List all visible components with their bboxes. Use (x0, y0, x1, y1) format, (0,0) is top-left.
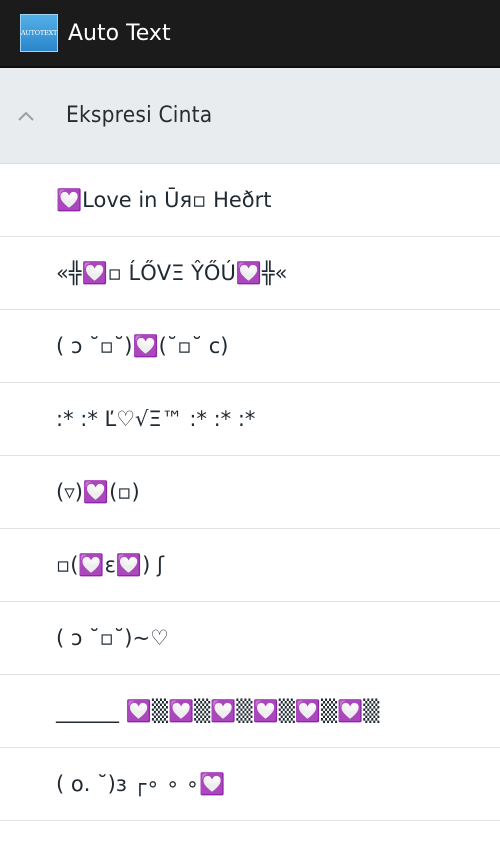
list-item-text: 💟Love in Ūя▫ Heðrt (56, 187, 272, 212)
app-screen: AUTOTEXT Auto Text Ekspresi Cinta 💟Love … (0, 0, 500, 857)
list-item[interactable]: ( ɔ ˘▫˘)💟(˘▫˘ c) (0, 310, 500, 383)
app-title: Auto Text (68, 20, 171, 46)
group-title: Ekspresi Cinta (66, 103, 213, 128)
list-item-text: :* :* Ľ♡√Ξ™ :* :* :* (56, 407, 256, 431)
list-item[interactable]: (▿)💟(▫) (0, 456, 500, 529)
list-item-text: ( ο. ˘)з ┌∘ ∘ ∘💟 (56, 771, 226, 796)
list-item[interactable]: ______ 💟▒💟▒💟▒💟▒💟▒💟▒ (0, 675, 500, 748)
chevron-up-icon (0, 68, 52, 164)
list-item[interactable]: 💟Love in Ūя▫ Heðrt (0, 164, 500, 237)
list-item-text: ( ɔ ˘▫˘)~♡ (56, 626, 169, 650)
list-item[interactable]: ( ɔ ˘▫˘)~♡ (0, 602, 500, 675)
group-header[interactable]: Ekspresi Cinta (0, 68, 500, 164)
list-item[interactable]: :* :* Ľ♡√Ξ™ :* :* :* (0, 383, 500, 456)
app-logo-icon[interactable]: AUTOTEXT (20, 14, 58, 52)
expression-list: 💟Love in Ūя▫ Heðrt «╬💟▫ ĹŐVΞ ŶŐÚ💟╬« ( ɔ … (0, 164, 500, 821)
action-bar: AUTOTEXT Auto Text (0, 0, 500, 68)
list-item-text: (▿)💟(▫) (56, 479, 140, 504)
list-item-text: ▫(💟ε💟) ʃ (56, 552, 164, 577)
list-item-text: ( ɔ ˘▫˘)💟(˘▫˘ c) (56, 333, 229, 358)
list-item-text: ______ 💟▒💟▒💟▒💟▒💟▒💟▒ (56, 698, 380, 723)
list-item[interactable]: ( ο. ˘)з ┌∘ ∘ ∘💟 (0, 748, 500, 821)
list-item[interactable]: ▫(💟ε💟) ʃ (0, 529, 500, 602)
list-item-text: «╬💟▫ ĹŐVΞ ŶŐÚ💟╬« (56, 260, 288, 285)
list-item[interactable]: «╬💟▫ ĹŐVΞ ŶŐÚ💟╬« (0, 237, 500, 310)
